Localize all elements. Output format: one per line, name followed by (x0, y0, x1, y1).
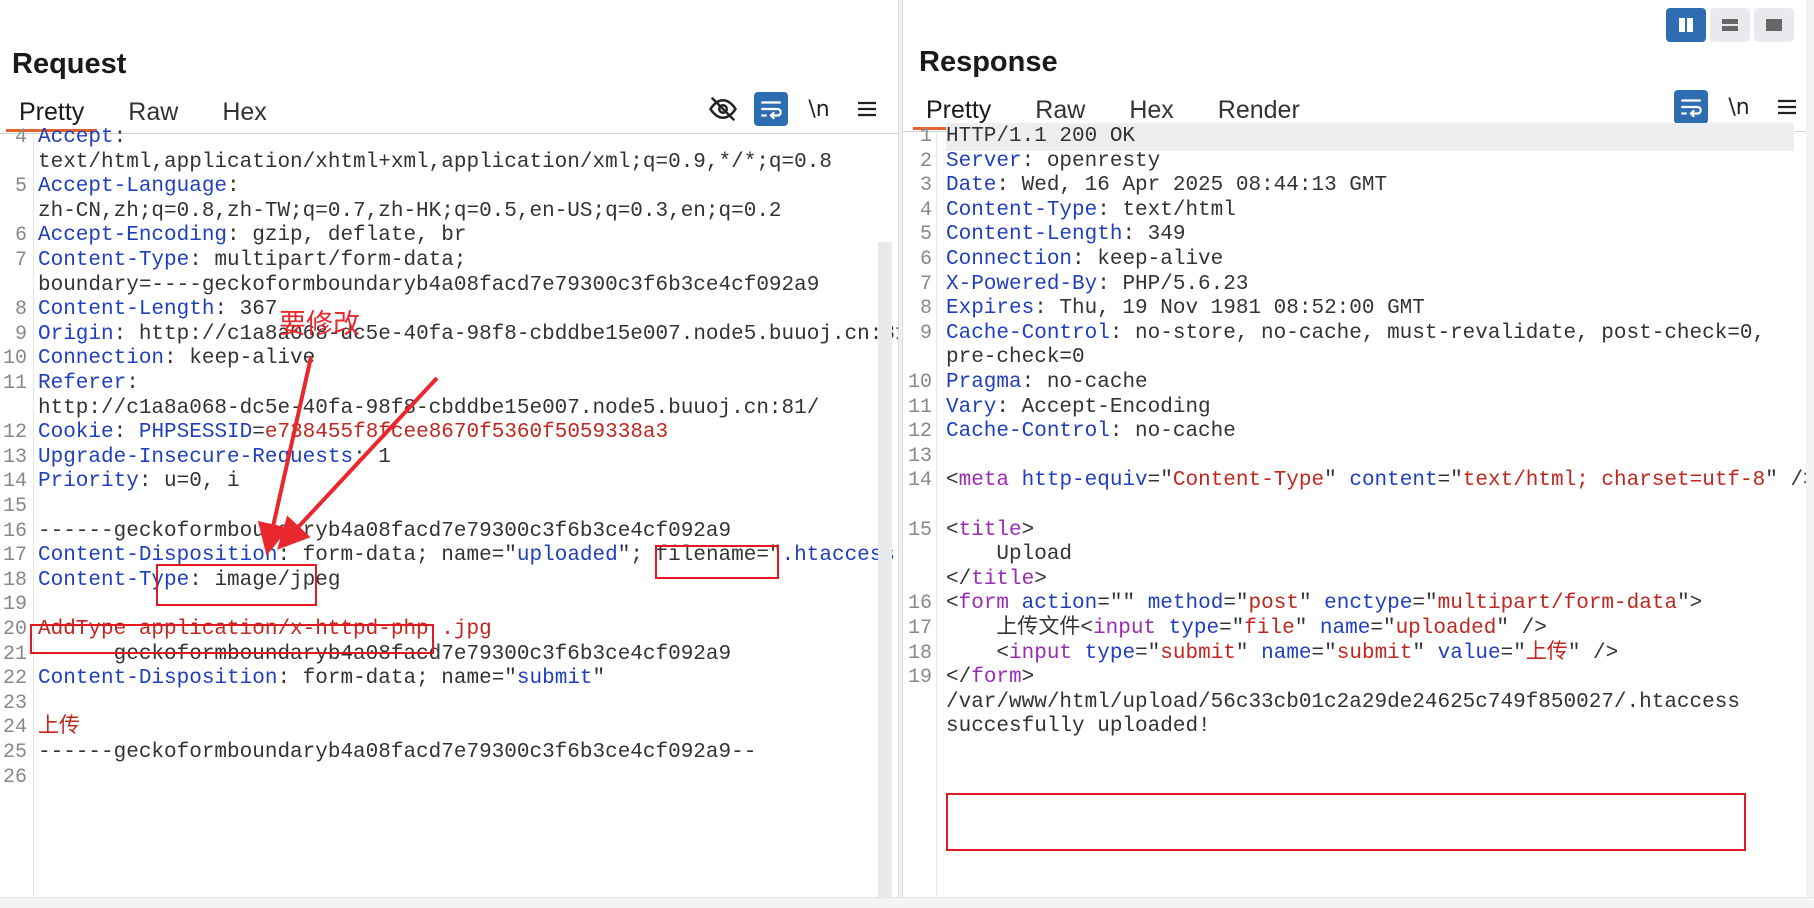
modify-annotation: 要修改 (279, 309, 360, 340)
eye-off-icon[interactable] (706, 92, 740, 126)
response-line: <input type="submit" name="submit" value… (946, 641, 1619, 665)
line-number: 14 (907, 469, 932, 493)
line-number: 26 (2, 765, 27, 789)
line-number: 1 (919, 125, 932, 148)
line-number: 18 (907, 641, 932, 665)
request-tab-hex[interactable]: Hex (209, 92, 279, 132)
response-editor[interactable]: 1 HTTP/1.1 200 OK 2 Server: openresty 3 Date:… (903, 123, 1814, 908)
line-number: 9 (14, 322, 27, 346)
response-title: Response (919, 46, 1058, 78)
response-scrollbar[interactable] (1806, 0, 1814, 908)
line-number: 6 (919, 248, 932, 271)
line-number: 10 (907, 371, 932, 394)
line-number: 19 (2, 593, 27, 617)
line-number: 4 (14, 126, 27, 149)
line-number: 4 (919, 198, 932, 222)
line-number: 3 (919, 174, 932, 198)
wrap-icon[interactable] (1674, 90, 1708, 124)
line-number: 24 (2, 716, 27, 740)
wrap-icon[interactable] (754, 92, 788, 126)
request-title: Request (12, 48, 127, 80)
request-line: ------geckoformboundaryb4a08facd7e79300c… (38, 741, 757, 764)
line-number: 16 (2, 519, 27, 543)
single-pane-icon[interactable] (1754, 8, 1794, 42)
line-number: 12 (2, 421, 27, 445)
line-number: 15 (907, 518, 932, 542)
request-pane: Request Pretty Raw Hex \n 4 Accept: text/h… (0, 0, 898, 908)
line-number: 10 (2, 347, 27, 371)
request-editor[interactable]: 4 Accept: text/html,application/xhtml+xml,… (0, 126, 898, 908)
line-number: 11 (907, 395, 932, 419)
line-number: 22 (2, 667, 27, 691)
line-number: 13 (2, 445, 27, 469)
request-scrollbar[interactable] (878, 242, 892, 898)
response-line: succesfully uploaded! (946, 715, 1211, 739)
layout-buttons (1666, 8, 1794, 42)
line-number: 17 (907, 617, 932, 640)
request-line: Priority: u=0, i (38, 470, 240, 494)
line-number: 8 (919, 297, 932, 321)
line-number: 23 (2, 691, 27, 715)
line-number: 8 (14, 298, 27, 322)
line-number: 19 (907, 666, 932, 690)
menu-icon[interactable] (1770, 90, 1804, 124)
line-number: 13 (907, 444, 932, 468)
line-number: 17 (2, 544, 27, 568)
request-toolbar: \n (706, 92, 884, 126)
line-number: 25 (2, 741, 27, 764)
addtype-highlight-box (30, 624, 434, 654)
bottom-border (0, 897, 1814, 908)
line-number: 16 (907, 592, 932, 616)
response-line: <meta http-equiv="Content-Type" content=… (946, 469, 1814, 493)
split-vertical-icon[interactable] (1666, 8, 1706, 42)
line-number: 21 (2, 642, 27, 666)
upload-result-highlight-box (946, 793, 1746, 851)
line-number: 14 (2, 470, 27, 494)
split-horizontal-icon[interactable] (1710, 8, 1750, 42)
request-tab-raw[interactable]: Raw (115, 92, 191, 132)
line-number: 11 (2, 372, 27, 395)
line-number: 20 (2, 618, 27, 641)
menu-icon[interactable] (850, 92, 884, 126)
line-number: 2 (919, 149, 932, 173)
response-pane: Response Pretty Raw Hex Render \n 1 HTTP/… (903, 0, 1814, 908)
line-number: 15 (2, 495, 27, 518)
line-number: 5 (14, 175, 27, 199)
line-number: 7 (919, 272, 932, 296)
request-line: Content-Disposition: form-data; name="su… (38, 667, 606, 691)
line-number: 7 (14, 249, 27, 272)
response-toolbar: \n (1674, 90, 1804, 124)
line-number: 9 (919, 321, 932, 345)
line-number: 12 (907, 420, 932, 444)
line-number: 6 (14, 224, 27, 248)
newline-toggle[interactable]: \n (1722, 90, 1756, 124)
response-line: Cache-Control: no-cache (946, 420, 1236, 444)
line-number: 5 (919, 223, 932, 247)
filename-highlight-box (655, 545, 779, 579)
line-number: 18 (2, 568, 27, 592)
content-type-highlight-box (156, 564, 317, 606)
newline-toggle[interactable]: \n (802, 92, 836, 126)
